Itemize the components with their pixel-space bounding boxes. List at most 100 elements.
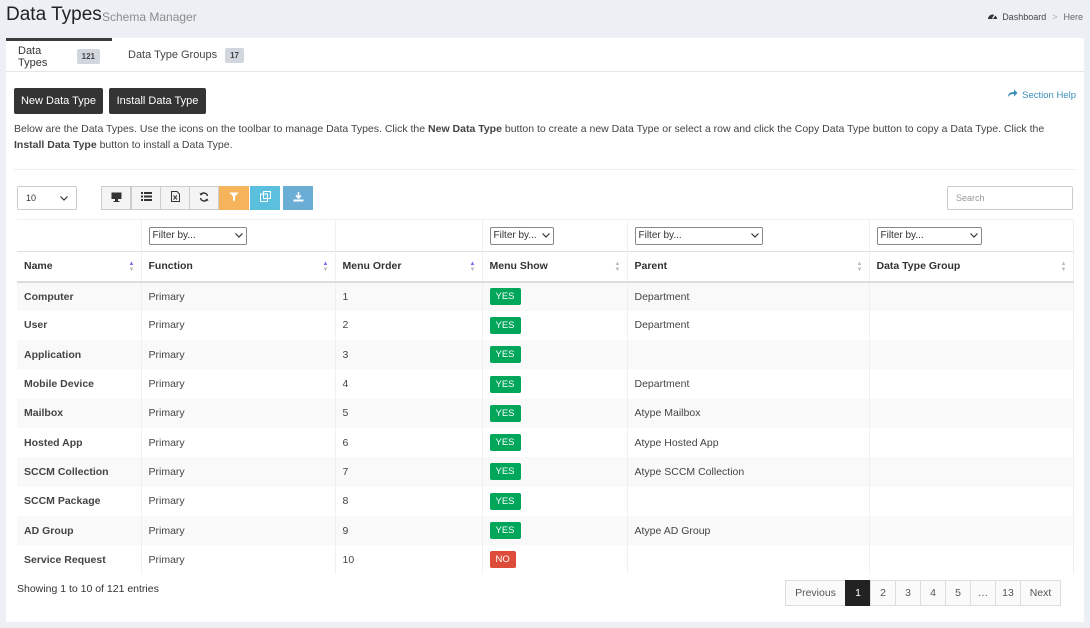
tab-bar: Data Types 121 Data Type Groups 17 (6, 38, 1084, 72)
filter-row: Filter by... Filter by... Filter by... F… (17, 219, 1074, 252)
data-type-group-filter-select[interactable]: Filter by... (876, 226, 982, 245)
table-row[interactable]: Application Primary 3 YES (17, 340, 1074, 370)
export-button[interactable] (160, 186, 190, 210)
monitor-icon (111, 192, 122, 205)
previous-page-button[interactable]: Previous (785, 580, 846, 606)
dashboard-icon (987, 11, 998, 23)
page-subtitle: Schema Manager (102, 10, 197, 24)
parent-filter-select[interactable]: Filter by... (634, 226, 763, 245)
cell-name: Mobile Device (17, 369, 142, 399)
cell-menu-show: YES (482, 281, 628, 311)
menu-show-filter-select[interactable]: Filter by... (489, 226, 554, 245)
cell-menu-show: YES (482, 340, 628, 370)
breadcrumb-dashboard-link[interactable]: Dashboard (1002, 12, 1046, 22)
column-header-data-type-group[interactable]: Data Type Group ▲ ▼ (869, 251, 1074, 283)
cell-function: Primary (141, 369, 336, 399)
chevron-down-icon (969, 230, 978, 241)
refresh-button[interactable] (189, 186, 219, 210)
table-row[interactable]: SCCM Collection Primary 7 YES Atype SCCM Col… (17, 457, 1074, 487)
copy-data-type-button[interactable] (250, 186, 280, 210)
page-button[interactable]: 2 (870, 580, 896, 606)
status-badge: YES (489, 375, 521, 393)
copy-icon (259, 191, 271, 205)
search-input[interactable]: Search (947, 186, 1073, 210)
export-icon (170, 191, 180, 205)
column-header-label: Function (148, 260, 193, 273)
filter-cell: Filter by... (141, 219, 336, 252)
tab-data-types[interactable]: Data Types 121 (6, 38, 112, 72)
cell-name: AD Group (17, 515, 142, 546)
cell-name: Hosted App (17, 427, 142, 458)
cell-menu-order: 3 (335, 340, 483, 370)
header-row: Name ▲ ▼ Function ▲ ▼ Menu Order ▲ ▼ Menu Show… (17, 251, 1074, 283)
cell-menu-order: 8 (335, 486, 483, 516)
cell-menu-show: YES (482, 457, 628, 487)
table-row[interactable]: Service Request Primary 10 NO (17, 545, 1074, 575)
page-button[interactable]: 1 (845, 580, 871, 606)
description-part: Below are the Data Types. Use the icons … (14, 123, 429, 135)
page-ellipsis: … (970, 580, 996, 606)
table-row[interactable]: AD Group Primary 9 YES Atype AD Group (17, 515, 1074, 546)
page-button[interactable]: 3 (895, 580, 921, 606)
column-header-name[interactable]: Name ▲ ▼ (17, 251, 142, 283)
list-view-button[interactable] (131, 186, 161, 210)
section-help-label: Section Help (1022, 89, 1076, 101)
sort-icon: ▲ ▼ (614, 261, 621, 273)
table-row[interactable]: SCCM Package Primary 8 YES (17, 486, 1074, 516)
column-header-label: Data Type Group (876, 260, 961, 273)
refresh-icon (199, 191, 209, 205)
cell-menu-show: YES (482, 515, 628, 546)
cell-data-type-group (869, 457, 1074, 487)
column-header-function[interactable]: Function ▲ ▼ (141, 251, 336, 283)
table-row[interactable]: User Primary 2 YES Department (17, 310, 1074, 341)
cell-parent (627, 545, 870, 575)
desktop-view-button[interactable] (101, 186, 131, 210)
section-help-link[interactable]: Section Help (1007, 89, 1076, 101)
filter-cell (17, 219, 142, 252)
table-row[interactable]: Mobile Device Primary 4 YES Department (17, 369, 1074, 399)
table-row[interactable]: Computer Primary 1 YES Department (17, 281, 1074, 311)
cell-function: Primary (141, 486, 336, 516)
cell-function: Primary (141, 310, 336, 341)
tab-data-type-groups[interactable]: Data Type Groups 17 (116, 38, 256, 72)
new-data-type-button[interactable]: New Data Type (14, 88, 103, 114)
filter-button[interactable] (219, 186, 249, 210)
status-badge: YES (489, 404, 521, 422)
cell-data-type-group (869, 398, 1074, 428)
tab-label: Data Type Groups (128, 49, 218, 61)
download-button[interactable] (283, 186, 313, 210)
column-header-label: Menu Order (342, 260, 402, 273)
chevron-down-icon (234, 230, 243, 241)
page-button[interactable]: 5 (945, 580, 971, 606)
page-button[interactable]: 13 (995, 580, 1021, 606)
cell-menu-show: YES (482, 310, 628, 341)
page-length-value: 10 (26, 193, 37, 203)
page-button[interactable]: 4 (920, 580, 946, 606)
description-part: button to install a Data Type. (96, 139, 233, 151)
cell-function: Primary (141, 427, 336, 458)
cell-name: SCCM Package (17, 486, 142, 516)
page-length-select[interactable]: 10 (17, 186, 77, 210)
cell-data-type-group (869, 369, 1074, 399)
table-row[interactable]: Hosted App Primary 6 YES Atype Hosted App (17, 427, 1074, 458)
cell-parent: Atype Mailbox (627, 398, 870, 428)
install-data-type-button[interactable]: Install Data Type (109, 88, 206, 114)
next-page-button[interactable]: Next (1020, 580, 1061, 606)
description-bold: New Data Type (428, 123, 502, 135)
table-row[interactable]: Mailbox Primary 5 YES Atype Mailbox (17, 398, 1074, 428)
description-part: button to create a new Data Type or sele… (501, 123, 1045, 135)
column-header-parent[interactable]: Parent ▲ ▼ (627, 251, 870, 283)
list-icon (140, 192, 152, 204)
column-header-menu-show[interactable]: Menu Show ▲ ▼ (482, 251, 628, 283)
function-filter-select[interactable]: Filter by... (148, 226, 247, 245)
column-header-label: Name (24, 260, 53, 273)
cell-parent (627, 340, 870, 370)
cell-name: Mailbox (17, 398, 142, 428)
status-badge: YES (489, 492, 521, 510)
page-header: Data Types Schema Manager Dashboard > He… (0, 0, 1090, 38)
cell-menu-show: YES (482, 369, 628, 399)
cell-menu-order: 10 (335, 545, 483, 575)
column-header-menu-order[interactable]: Menu Order ▲ ▼ (335, 251, 483, 283)
cell-menu-order: 1 (335, 281, 483, 311)
status-badge: YES (489, 463, 521, 481)
